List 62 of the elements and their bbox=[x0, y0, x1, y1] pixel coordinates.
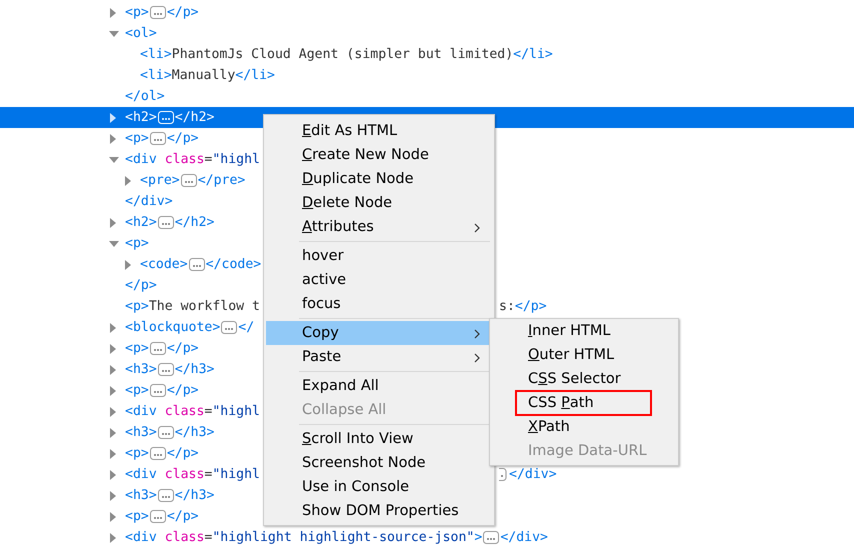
code-text: s: bbox=[499, 299, 515, 314]
code-text: class bbox=[164, 152, 204, 167]
code-text: </h2> bbox=[174, 215, 214, 230]
code-text: Manually bbox=[172, 68, 236, 83]
code-text: The workflow t bbox=[148, 299, 260, 314]
code-text: <div bbox=[125, 404, 157, 419]
code-text: <p> bbox=[125, 383, 149, 398]
code-text: <h2> bbox=[125, 110, 157, 125]
code-text: <p> bbox=[125, 446, 149, 461]
code-text: <p> bbox=[125, 5, 149, 20]
code-text: </p> bbox=[166, 5, 199, 20]
code-text: <p> bbox=[125, 341, 149, 356]
code-text: </p> bbox=[125, 278, 157, 293]
code-text: </code> bbox=[206, 257, 262, 272]
code-text: </ol> bbox=[125, 89, 165, 104]
code-text: = bbox=[204, 152, 212, 167]
code-text: </h3> bbox=[174, 425, 214, 440]
code-text: <div bbox=[125, 467, 157, 482]
code-text: <h3> bbox=[125, 362, 157, 377]
code-text: <div bbox=[125, 152, 157, 167]
code-text: "highlight highlight-source-json" bbox=[212, 530, 474, 545]
code-text: class bbox=[164, 530, 204, 545]
code-text: </li> bbox=[513, 47, 553, 62]
code-text: <ol> bbox=[125, 26, 157, 41]
code-text: "highl bbox=[212, 404, 260, 419]
code-text: = bbox=[204, 404, 212, 419]
code-text: </h3> bbox=[174, 362, 214, 377]
code-text: <h3> bbox=[125, 488, 157, 503]
code-text: </pre> bbox=[198, 173, 246, 188]
code-text: </h2> bbox=[174, 110, 214, 125]
code-text: = bbox=[204, 530, 212, 545]
code-text: class bbox=[164, 404, 204, 419]
code-text: </p> bbox=[166, 509, 199, 524]
code-text: </p> bbox=[166, 383, 199, 398]
code-text: = bbox=[204, 467, 212, 482]
code-text: </h3> bbox=[174, 488, 214, 503]
code-text: <pre> bbox=[140, 173, 180, 188]
code-text: <p> bbox=[125, 299, 149, 314]
code-text: <li> bbox=[140, 68, 172, 83]
code-text: PhantomJs Cloud Agent (simpler but limited) bbox=[172, 47, 514, 62]
code-text: </ bbox=[238, 320, 254, 335]
code-text: class bbox=[164, 467, 204, 482]
code-text: <p> bbox=[125, 131, 149, 146]
code-text: <div bbox=[125, 530, 157, 545]
code-text: </li> bbox=[235, 68, 275, 83]
code-text: <blockquote> bbox=[125, 320, 220, 335]
code-text: <p> bbox=[125, 236, 149, 251]
code-text: > bbox=[474, 530, 482, 545]
code-text: </div> bbox=[125, 194, 173, 209]
code-text: "highl bbox=[212, 467, 260, 482]
code-text: </p> bbox=[166, 446, 199, 461]
code-text: <h3> bbox=[125, 425, 157, 440]
code-text: <h2> bbox=[125, 215, 157, 230]
code-text: <li> bbox=[140, 47, 172, 62]
code-text: </div> bbox=[509, 467, 557, 482]
code-text: </p> bbox=[166, 341, 199, 356]
code-text: </p> bbox=[514, 299, 547, 314]
code-text: </div> bbox=[500, 530, 548, 545]
code-text: <code> bbox=[140, 257, 188, 272]
code-text: <p> bbox=[125, 509, 149, 524]
code-text: "highl bbox=[212, 152, 260, 167]
code-text: </p> bbox=[166, 131, 199, 146]
